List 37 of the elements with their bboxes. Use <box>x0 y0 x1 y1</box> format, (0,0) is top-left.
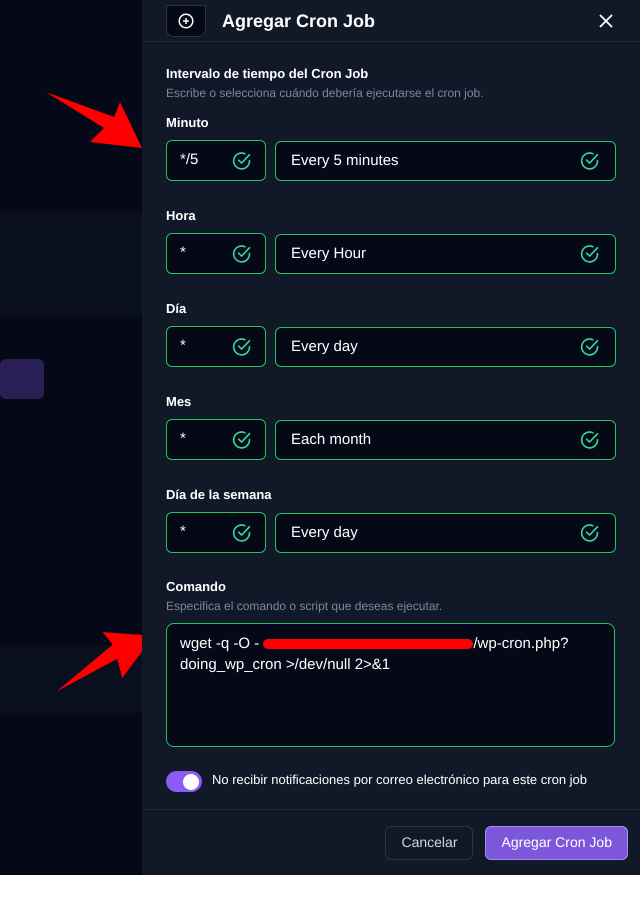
toggle-switch[interactable] <box>166 771 202 792</box>
field-label: Mes <box>166 394 192 410</box>
check-circle-icon <box>232 522 252 542</box>
check-circle-icon <box>580 337 600 357</box>
schedule-description-field[interactable]: Every day <box>275 327 616 367</box>
cron-value-field[interactable]: * <box>166 233 266 274</box>
cron-value-field[interactable]: * <box>166 419 266 460</box>
section-title: Intervalo de tiempo del Cron Job <box>166 66 370 82</box>
section-description: Escribe o selecciona cuándo debería ejecutarse el cron job. <box>166 85 485 101</box>
cron-value-field[interactable]: * <box>166 326 266 367</box>
field-label: Día de la semana <box>166 487 272 503</box>
schedule-description-field[interactable]: Every 5 minutes <box>275 141 616 181</box>
submit-button[interactable]: Agregar Cron Job <box>485 826 628 860</box>
check-circle-icon <box>232 336 252 356</box>
toggle-label: No recibir notificaciones por correo electrónico para este cron job <box>212 771 588 789</box>
check-circle-icon <box>232 244 252 264</box>
field-label: Comando <box>166 579 227 595</box>
schedule-description-field[interactable]: Every Hour <box>275 234 616 274</box>
field-label: Hora <box>166 208 197 224</box>
close-icon <box>599 14 613 28</box>
check-circle-icon <box>580 430 600 450</box>
cron-value-field[interactable]: */5 <box>166 140 266 181</box>
cancel-button[interactable]: Cancelar <box>385 826 474 860</box>
field-label: Día <box>166 301 188 317</box>
command-textarea[interactable]: wget -q -O - /wp-cron.php? doing_wp_cron >/dev/null 2>&1 <box>166 623 615 747</box>
check-circle-icon <box>232 150 252 170</box>
check-circle-icon <box>580 244 600 264</box>
dialog-title: Agregar Cron Job <box>222 10 376 33</box>
plus-circle-icon <box>177 12 195 30</box>
schedule-description-field[interactable]: Every day <box>275 513 616 553</box>
field-description: Especifica el comando o script que deseas ejecutar. <box>166 598 444 614</box>
field-label: Minuto <box>166 115 210 131</box>
cron-value-field[interactable]: * <box>166 512 266 553</box>
schedule-description-field[interactable]: Each month <box>275 420 616 460</box>
check-circle-icon <box>232 430 252 450</box>
check-circle-icon <box>580 523 600 543</box>
check-circle-icon <box>580 151 600 171</box>
